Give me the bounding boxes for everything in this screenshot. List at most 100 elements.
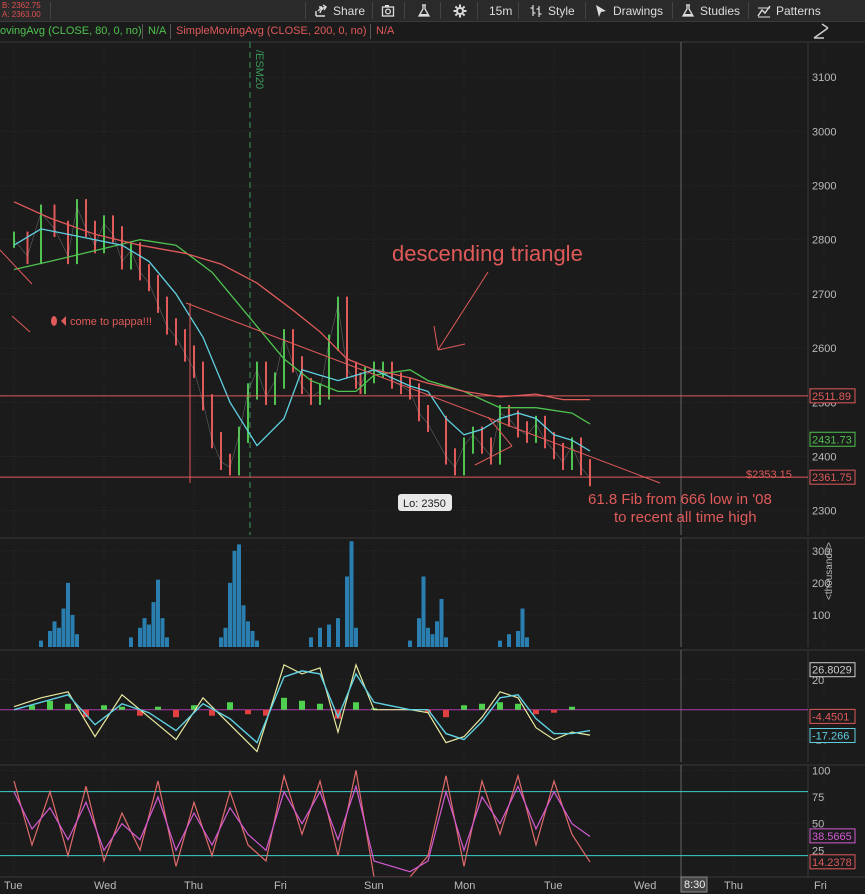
panel-volume: 100200300<thousands> [0,537,865,647]
histogram-bar [65,703,71,710]
histogram-bar [299,700,305,710]
volume-bar [408,640,412,647]
volume-bar [156,579,160,647]
y-tick-label: 100 [812,610,830,622]
volume-bar [336,618,340,647]
histogram-bar [47,700,53,710]
histogram-bar [317,703,323,710]
annotation-price-label: $2353.15 [746,469,792,481]
price-level-label: 2511.89 [812,391,851,403]
volume-bar [52,621,57,647]
annotation-fib-line1: 61.8 Fib from 666 low in '08 [588,491,772,508]
panel-momentum: -202026.8029-4.4501-17.266 [0,649,865,762]
volume-bar [345,576,349,647]
volume-bar [129,637,133,647]
volume-bar [444,637,448,647]
x-tick-label: Fri [274,880,287,892]
volume-bar [498,640,502,647]
histogram-bar [245,709,251,715]
volume-bar [421,576,426,647]
volume-bar [232,550,237,647]
histogram-bar [569,706,575,710]
histogram-bar [497,702,503,710]
volume-bar [507,634,511,647]
histogram-bar [533,709,539,715]
volume-bar [151,602,156,647]
panel-background [0,42,865,535]
volume-bar [142,618,147,647]
x-tick-label: Tue [544,880,563,892]
volume-bar [426,627,430,647]
annotation-come-to-pappa: come to pappa!!! [70,316,152,328]
volume-bar [327,624,331,647]
volume-bar [228,582,232,647]
histogram-bar [119,706,125,710]
volume-bar [57,627,61,647]
volume-bar [66,582,70,647]
y-tick-label: 100 [812,765,830,777]
time-axis: Tue Wed Thu Fri Sun Mon Tue Wed Thu Fri 8:30 [0,876,865,894]
histogram-bar [551,709,557,713]
histogram-bar [443,709,449,718]
momentum-level-label: 26.8029 [812,665,852,677]
volume-bar [309,637,313,647]
volume-bar [349,541,354,647]
histogram-bar [353,702,359,710]
x-tick-label: Sun [364,880,384,892]
volume-bar [516,630,520,647]
panel-background [0,538,865,647]
panel-background [0,765,865,877]
volume-bar [147,624,151,647]
histogram-bar [101,705,107,710]
x-tick-label: Wed [634,880,656,892]
volume-bar [520,608,525,647]
momentum-level-label: -17.266 [812,731,849,743]
volume-bar [138,627,142,647]
price-level-label: 2431.73 [812,434,852,446]
histogram-bar [227,702,233,710]
low-callout-label: Lo: 2350 [403,498,446,510]
volume-bar [318,627,322,647]
volume-bar [48,630,52,647]
volume-bar [61,608,66,647]
x-tick-label: Thu [724,880,743,892]
volume-bar [223,627,228,647]
expiry-label: /ESM20 [253,50,265,89]
volume-bar [246,621,250,647]
histogram-bar [479,703,485,710]
x-tick-label: Tue [4,880,23,892]
x-tick-label: Wed [94,880,116,892]
price-level-label: 2361.75 [812,472,852,484]
volume-bar [354,627,358,647]
stoch-level-label: 38.5665 [812,831,852,843]
volume-bar [75,634,79,647]
panel-price: 230024002500260027002800290030003100/ESM… [0,23,865,535]
volume-bar [237,544,241,647]
histogram-bar [281,697,287,710]
histogram-bar [461,705,467,710]
volume-bar [417,618,421,647]
volume-unit-label: <thousands> [824,542,835,600]
histogram-bar [515,703,521,710]
chart-canvas[interactable]: 230024002500260027002800290030003100/ESM… [0,0,865,894]
panel-stochastic: 25507510038.566514.2378 [0,764,865,878]
volume-bar [241,605,246,647]
volume-bar [219,637,223,647]
drawing-tool-icon [813,23,829,39]
momentum-level-label: -4.4501 [812,711,849,723]
x-tick-label: Fri [814,880,827,892]
volume-bar [165,637,169,647]
annotation-marker [51,316,57,326]
annotation-fib-line2: to recent all time high [614,509,757,526]
x-tick-label: Mon [454,880,475,892]
annotation-descending-triangle: descending triangle [392,241,583,266]
stoch-level-label: 14.2378 [812,857,852,869]
volume-bar [70,614,75,647]
histogram-bar [173,709,179,718]
volume-bar [255,640,259,647]
volume-bar [39,640,43,647]
volume-bar [439,598,444,647]
volume-bar [435,621,439,647]
y-tick-label: 75 [812,792,824,804]
histogram-bar [155,706,161,710]
